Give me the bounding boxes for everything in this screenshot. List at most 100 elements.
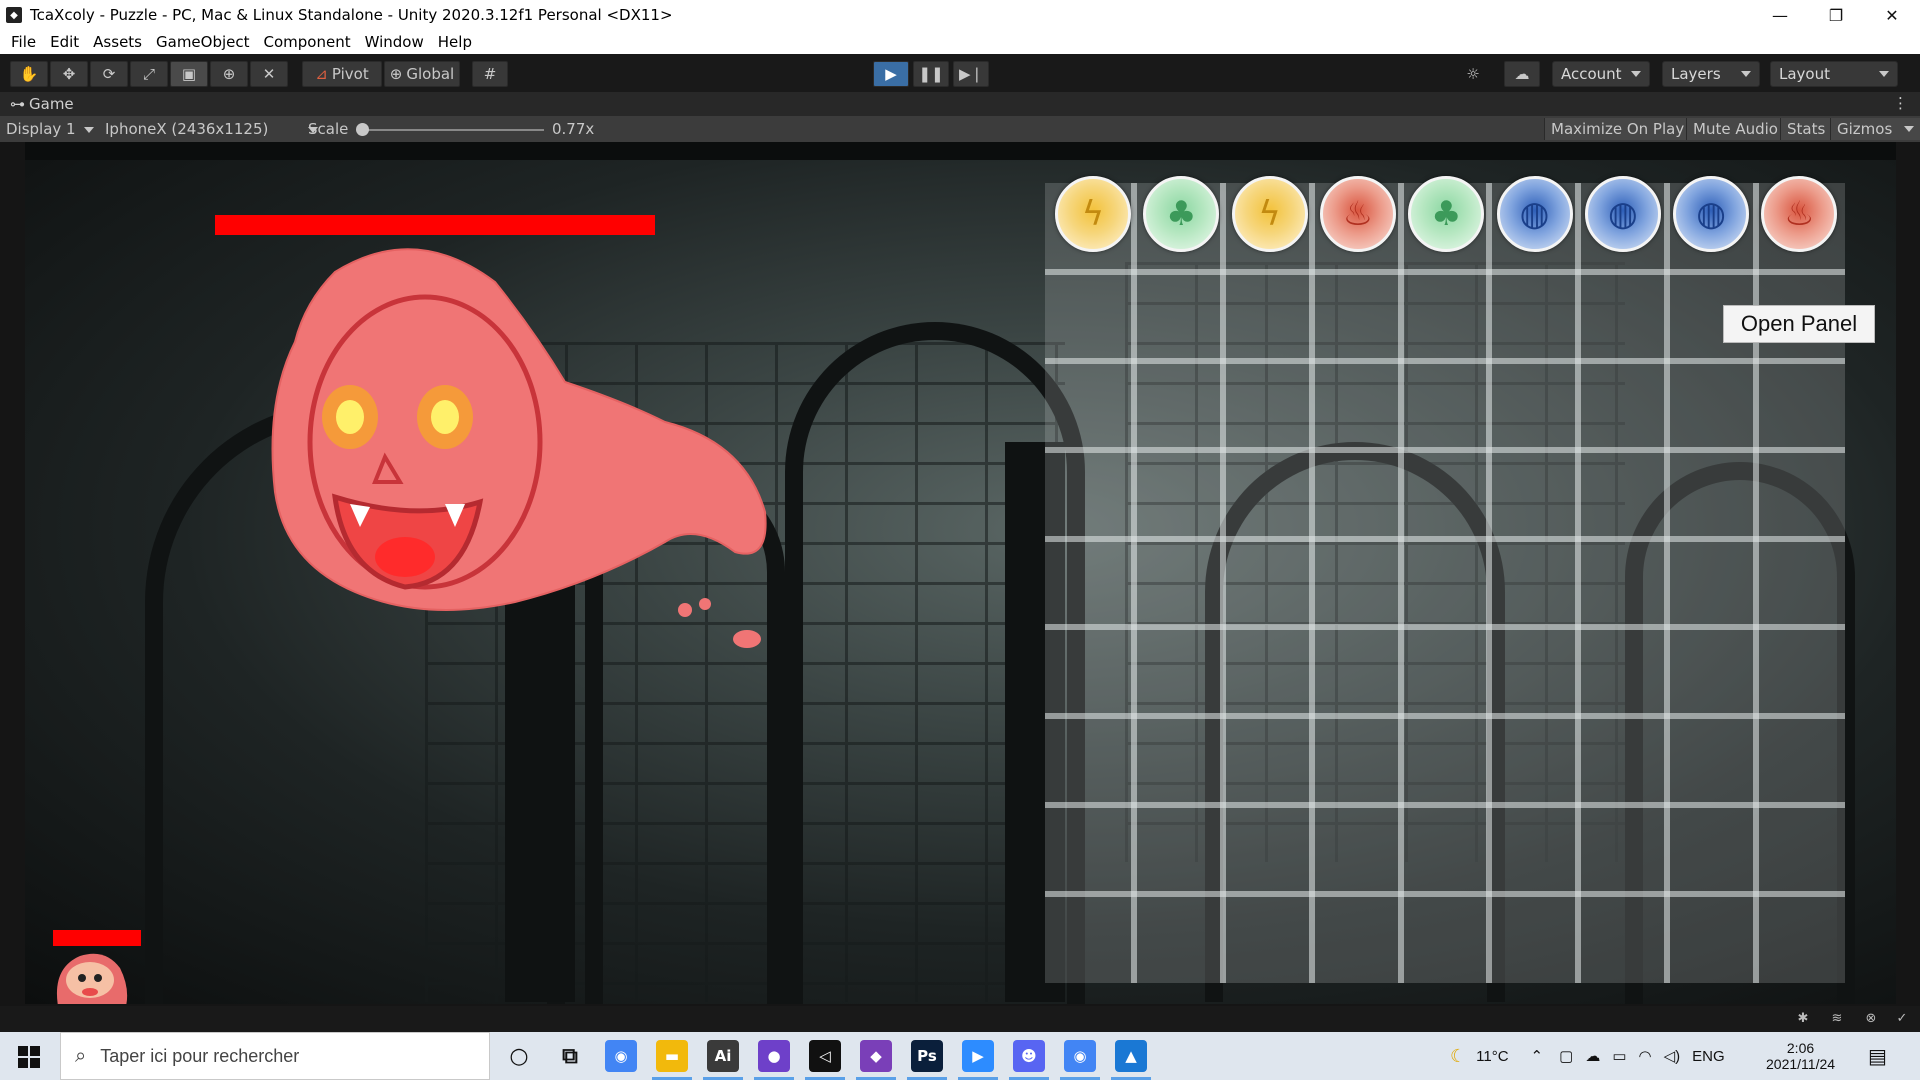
file-explorer-icon[interactable]: ▬ [656, 1040, 688, 1072]
battery-icon[interactable]: ▭ [1612, 1047, 1626, 1065]
game-tab[interactable]: ⊶ Game ⋮ [0, 92, 1920, 116]
layout-dropdown[interactable]: Layout [1770, 61, 1898, 87]
pivot-toggle[interactable]: ⊿ Pivot [302, 61, 382, 87]
chrome-icon[interactable]: ◉ [605, 1040, 637, 1072]
device-icon[interactable]: ▢ [1559, 1047, 1573, 1065]
gamepad-icon: ⊶ [10, 95, 25, 113]
hand-tool-icon[interactable]: ✋ [10, 61, 48, 87]
menu-gameobject[interactable]: GameObject [149, 33, 257, 51]
task-view-icon[interactable]: ⧉ [554, 1040, 586, 1072]
open-panel-button[interactable]: Open Panel [1723, 305, 1875, 343]
menu-window[interactable]: Window [358, 33, 431, 51]
lightning-orb-icon[interactable]: ϟ [1231, 176, 1308, 252]
layers-dropdown[interactable]: Layers [1662, 61, 1760, 87]
play-button[interactable]: ▶ [873, 61, 909, 87]
chrome-profile-icon[interactable]: ◉ [1064, 1040, 1096, 1072]
chevron-down-icon [1904, 126, 1915, 132]
scale-tool-icon[interactable]: ⤢ [130, 61, 168, 87]
bug-icon[interactable]: ✱ [1794, 1011, 1812, 1027]
ceiling [25, 142, 1896, 160]
mute-label: Mute Audio [1693, 120, 1778, 138]
water-orb-icon[interactable]: ◍ [1496, 176, 1573, 252]
windows-start-icon[interactable] [18, 1046, 40, 1068]
step-icon: ▶❘ [958, 65, 984, 83]
visual-studio-icon[interactable]: ◆ [860, 1040, 892, 1072]
taskbar-search[interactable]: ⌕ Taper ici pour rechercher [60, 1032, 490, 1080]
window-title: TcaXcoly - Puzzle - PC, Mac & Linux Stan… [30, 6, 673, 24]
clock[interactable]: 2:06 2021/11/24 [1766, 1032, 1835, 1080]
volume-icon[interactable]: ◁) [1664, 1047, 1681, 1065]
scale-slider-thumb[interactable] [356, 123, 369, 136]
board-grid-line [1130, 183, 1137, 983]
game-viewport[interactable]: ϟ ♣ ϟ ♨ ♣ ◍ ◍ ◍ ♨ Open Panel [0, 142, 1920, 1006]
github-icon[interactable]: ● [758, 1040, 790, 1072]
display-dropdown[interactable]: Display 1 [6, 120, 94, 138]
water-orb-icon[interactable]: ◍ [1673, 176, 1750, 252]
custom-tool-icon[interactable]: ✕ [250, 61, 288, 87]
chevron-down-icon [1879, 71, 1889, 77]
menu-help[interactable]: Help [431, 33, 479, 51]
wifi-icon[interactable]: ◠ [1639, 1047, 1652, 1065]
search-placeholder: Taper ici pour rechercher [100, 1045, 300, 1066]
account-dropdown[interactable]: Account [1552, 61, 1650, 87]
lightning-orb-icon[interactable]: ϟ [1055, 176, 1131, 252]
rect-tool-icon[interactable]: ▣ [170, 61, 208, 87]
minimize-button[interactable]: — [1752, 0, 1808, 30]
chevron-down-icon [83, 126, 94, 133]
network-icon[interactable]: ⊗ [1862, 1011, 1880, 1027]
player-character[interactable] [50, 948, 130, 1004]
photoshop-icon[interactable]: Ps [911, 1040, 943, 1072]
ghost-skull-enemy[interactable] [265, 242, 785, 662]
onedrive-icon[interactable]: ☁ [1585, 1047, 1600, 1065]
language-indicator[interactable]: ENG [1692, 1048, 1725, 1065]
cloud-icon[interactable]: ☁ [1504, 61, 1540, 87]
scale-slider-track[interactable] [360, 129, 544, 131]
cortana-icon[interactable]: ○ [503, 1040, 535, 1072]
gizmos-button[interactable]: Gizmos [1830, 118, 1920, 140]
board-grid-line [1308, 183, 1315, 983]
global-toggle[interactable]: ⊕ Global [384, 61, 460, 87]
pause-button[interactable]: ❚❚ [913, 61, 949, 87]
photos-icon[interactable]: ▲ [1115, 1040, 1147, 1072]
layout-label: Layout [1779, 65, 1830, 83]
menu-file[interactable]: File [4, 33, 43, 51]
maximize-on-play-button[interactable]: Maximize On Play [1544, 118, 1691, 140]
weather-temp[interactable]: 11°C [1476, 1048, 1508, 1065]
mute-audio-button[interactable]: Mute Audio [1686, 118, 1784, 140]
board-grid-line [1045, 624, 1845, 631]
notification-icon[interactable]: ▤ [1868, 1044, 1887, 1068]
collab-icon[interactable]: ☼ [1458, 61, 1488, 87]
resolution-label: IphoneX (2436x1125) [105, 120, 269, 138]
discord-icon[interactable]: ☻ [1013, 1040, 1045, 1072]
transform-tool-icon[interactable]: ⊕ [210, 61, 248, 87]
unity-icon[interactable]: ◁ [809, 1040, 841, 1072]
restore-button[interactable]: ❐ [1808, 0, 1864, 30]
stats-button[interactable]: Stats [1780, 118, 1832, 140]
check-icon[interactable]: ✓ [1893, 1011, 1911, 1027]
menu-edit[interactable]: Edit [43, 33, 86, 51]
grid-snap-icon[interactable]: # [472, 61, 508, 87]
wind-orb-icon[interactable]: ♣ [1143, 176, 1220, 252]
chevron-down-icon [1741, 71, 1751, 77]
chevron-up-icon[interactable]: ⌃ [1531, 1047, 1544, 1065]
zoom-icon[interactable]: ▶ [962, 1040, 994, 1072]
move-tool-icon[interactable]: ✥ [50, 61, 88, 87]
menu-assets[interactable]: Assets [86, 33, 149, 51]
illustrator-icon[interactable]: Ai [707, 1040, 739, 1072]
scale-value: 0.77x [552, 120, 595, 138]
puzzle-board[interactable] [1045, 183, 1845, 983]
more-options-icon[interactable]: ⋮ [1893, 94, 1908, 112]
resolution-dropdown[interactable]: IphoneX (2436x1125) [105, 120, 319, 138]
menu-component[interactable]: Component [257, 33, 358, 51]
step-button[interactable]: ▶❘ [953, 61, 989, 87]
windows-taskbar: ⌕ Taper ici pour rechercher ○ ⧉ ◉ ▬ Ai ● ◁ ◆ Ps ▶… [0, 1032, 1920, 1080]
water-orb-icon[interactable]: ◍ [1584, 176, 1661, 252]
fire-orb-icon[interactable]: ♨ [1319, 176, 1396, 252]
close-button[interactable]: ✕ [1864, 0, 1920, 30]
scale-label: Scale [308, 120, 349, 138]
fire-orb-icon[interactable]: ♨ [1761, 176, 1838, 252]
layers-icon[interactable]: ≋ [1828, 1011, 1846, 1027]
rotate-tool-icon[interactable]: ⟳ [90, 61, 128, 87]
wind-orb-icon[interactable]: ♣ [1408, 176, 1485, 252]
unity-app-icon: ◆ [6, 7, 22, 23]
